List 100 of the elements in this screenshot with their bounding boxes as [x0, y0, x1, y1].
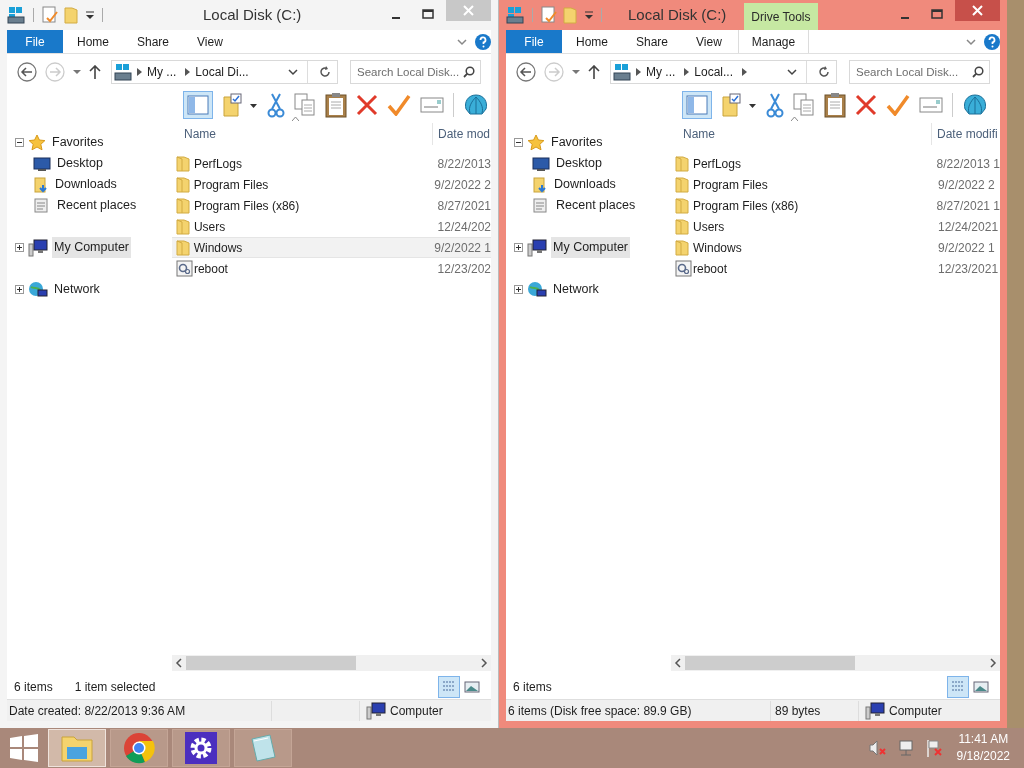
back-icon[interactable]: [17, 62, 37, 82]
breadcrumb-arrow-icon[interactable]: [636, 68, 641, 76]
column-header[interactable]: Name: [172, 125, 432, 143]
tree-item[interactable]: My Computer: [551, 237, 631, 258]
file-row[interactable]: Windows 9/2/2022 1: [671, 237, 1000, 258]
expand-icon[interactable]: [15, 243, 24, 252]
address-bar[interactable]: My ... Local...: [610, 60, 837, 84]
delete-icon[interactable]: [855, 94, 877, 116]
clipboard-icon[interactable]: [824, 92, 846, 118]
breadcrumb-item[interactable]: Local Di...: [195, 63, 249, 81]
tree-item[interactable]: Downloads: [53, 174, 119, 195]
ribbon-tab[interactable]: Manage: [737, 30, 810, 53]
file-name: Program Files: [193, 176, 270, 194]
shell-icon[interactable]: [962, 93, 988, 117]
ribbon-tab[interactable]: Share: [622, 30, 683, 53]
date-cell-text: 9/2/2022 1: [937, 239, 995, 257]
file-row[interactable]: reboot 12/23/2021: [671, 258, 1000, 279]
breadcrumb-arrow-icon[interactable]: [684, 68, 690, 76]
delete-icon[interactable]: [356, 94, 378, 116]
folder-icon: [176, 239, 190, 256]
expand-icon[interactable]: [15, 285, 24, 294]
file-row[interactable]: PerfLogs 8/22/2013 1: [671, 153, 1000, 174]
muted-speaker-icon[interactable]: [868, 740, 887, 756]
ribbon-tab[interactable]: View: [183, 30, 237, 53]
ribbon-tab[interactable]: Home: [63, 30, 123, 53]
file-row[interactable]: Program Files 9/2/2022 2: [172, 174, 491, 195]
flag-icon[interactable]: [924, 739, 943, 757]
date-cell-text: 8/22/2013 1: [935, 155, 1000, 173]
scissors-icon[interactable]: [766, 92, 784, 118]
up-arrow-icon[interactable]: [588, 65, 600, 79]
tree-item[interactable]: Network: [52, 279, 102, 300]
checkmark-icon[interactable]: [387, 94, 411, 116]
tree-item[interactable]: Favorites: [549, 132, 605, 153]
breadcrumb-arrow-icon[interactable]: [742, 68, 748, 76]
close-icon[interactable]: [955, 0, 1000, 21]
breadcrumb-item[interactable]: Local...: [694, 63, 734, 81]
checkmark-icon[interactable]: [886, 94, 910, 116]
up-arrow-icon[interactable]: [89, 65, 101, 79]
file-row[interactable]: Program Files (x86) 8/27/2021: [172, 195, 491, 216]
column-header[interactable]: Date mod: [433, 125, 491, 143]
tree-item[interactable]: Network: [551, 279, 601, 300]
tree-item[interactable]: Recent places: [554, 195, 638, 216]
chevron-down-icon[interactable]: [787, 68, 797, 76]
search-icon[interactable]: [972, 66, 984, 78]
file-row[interactable]: Program Files 9/2/2022 2: [671, 174, 1000, 195]
help-icon[interactable]: [984, 33, 1000, 50]
tree-item[interactable]: Desktop: [554, 153, 604, 174]
gear-icon: [185, 732, 217, 764]
drive-icon[interactable]: [506, 6, 524, 24]
file-row[interactable]: Users 12/24/2021: [671, 216, 1000, 237]
breadcrumb-item[interactable]: My ...: [147, 63, 177, 81]
horizontal-scrollbar[interactable]: [172, 655, 491, 671]
tree-item[interactable]: Desktop: [55, 153, 105, 174]
expand-icon[interactable]: [514, 285, 523, 294]
clipboard-icon[interactable]: [325, 92, 347, 118]
chevron-down-icon[interactable]: [288, 68, 298, 76]
help-icon[interactable]: [475, 33, 491, 50]
tree-item[interactable]: My Computer: [52, 237, 132, 258]
folder-options-icon[interactable]: [721, 93, 757, 117]
breadcrumb-arrow-icon[interactable]: [137, 68, 142, 76]
column-header[interactable]: Date modifi: [932, 125, 998, 143]
dropdown-icon[interactable]: [86, 10, 94, 20]
date-cell-text: 12/24/202: [436, 218, 491, 236]
collapse-icon[interactable]: [514, 138, 523, 147]
file-row[interactable]: Users 12/24/202: [172, 216, 491, 237]
scissors-icon[interactable]: [267, 92, 285, 118]
ribbon-tab[interactable]: Share: [123, 30, 184, 53]
drive-icon[interactable]: [7, 6, 25, 24]
properties-icon[interactable]: [42, 6, 58, 24]
tree-item[interactable]: Favorites: [50, 132, 106, 153]
address-bar[interactable]: My ... Local Di...: [111, 60, 338, 84]
breadcrumb-item[interactable]: My ...: [646, 63, 676, 81]
properties-icon[interactable]: [541, 6, 557, 24]
expand-icon[interactable]: [514, 243, 523, 252]
file-row[interactable]: PerfLogs 8/22/2013: [172, 153, 491, 174]
back-icon[interactable]: [516, 62, 536, 82]
dropdown-icon[interactable]: [585, 10, 593, 20]
windows-logo-icon[interactable]: [10, 734, 38, 762]
refresh-icon[interactable]: [319, 66, 331, 78]
ribbon-tab[interactable]: View: [682, 30, 736, 53]
column-header[interactable]: Name: [671, 125, 931, 143]
search-field[interactable]: Search Local Disk...: [849, 60, 990, 84]
tree-item[interactable]: Downloads: [552, 174, 618, 195]
network-status-icon[interactable]: [896, 739, 915, 757]
file-name: Program Files (x86): [193, 197, 301, 215]
file-row[interactable]: reboot 12/23/202: [172, 258, 491, 279]
file-row[interactable]: Program Files (x86) 8/27/2021 1: [671, 195, 1000, 216]
collapse-icon[interactable]: [15, 138, 24, 147]
refresh-icon[interactable]: [818, 66, 830, 78]
taskbar-button[interactable]: [172, 729, 230, 767]
search-icon[interactable]: [463, 66, 475, 78]
horizontal-scrollbar[interactable]: [671, 655, 1000, 671]
ribbon-tab[interactable]: File: [506, 30, 562, 53]
search-field[interactable]: Search Local Disk...: [350, 60, 481, 84]
shell-icon[interactable]: [463, 93, 489, 117]
file-row[interactable]: Windows 9/2/2022 1: [172, 237, 491, 258]
breadcrumb-arrow-icon[interactable]: [185, 68, 191, 76]
tree-item[interactable]: Recent places: [55, 195, 139, 216]
ribbon-tab[interactable]: Home: [562, 30, 622, 53]
folder-options-icon[interactable]: [222, 93, 258, 117]
